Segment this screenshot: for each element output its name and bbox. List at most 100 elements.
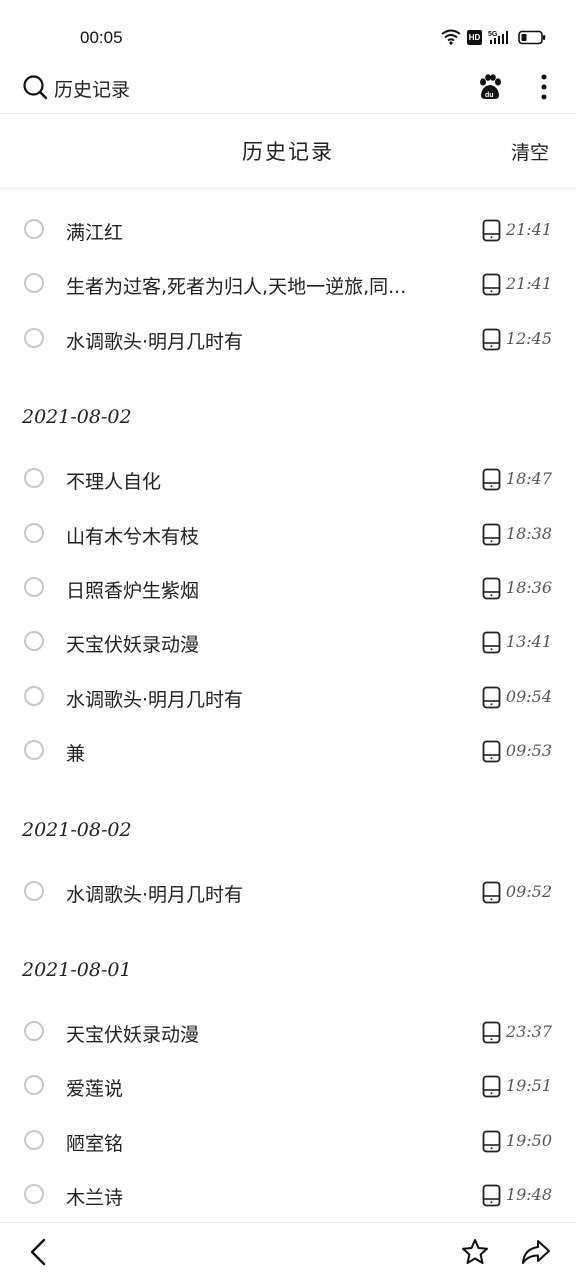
history-item-title[interactable]: 山有木兮木有枝 [66, 522, 446, 549]
svg-text:du: du [485, 92, 494, 99]
phone-device-icon [482, 219, 501, 242]
status-icons: HD 5G [441, 29, 546, 45]
history-item[interactable]: 天宝伏妖录动漫 13:41 [0, 615, 576, 669]
history-item-title[interactable]: 日照香炉生紫烟 [66, 576, 446, 603]
select-radio[interactable] [24, 631, 44, 652]
select-radio[interactable] [24, 685, 44, 706]
phone-device-icon [482, 631, 501, 654]
select-radio[interactable] [24, 327, 44, 348]
hd-badge: HD [467, 29, 482, 45]
history-item-time: 19:51 [505, 1076, 552, 1096]
history-item[interactable]: 木兰诗 19:48 [0, 1168, 576, 1222]
history-item-title[interactable]: 陋室铭 [66, 1129, 446, 1156]
select-radio[interactable] [24, 1184, 44, 1205]
select-radio[interactable] [24, 522, 44, 543]
group-date: 2021-08-02 [22, 406, 132, 429]
star-icon[interactable] [460, 1237, 490, 1267]
phone-device-icon [482, 1130, 501, 1153]
divider [0, 188, 576, 189]
history-item[interactable]: 爱莲说 19:51 [0, 1059, 576, 1113]
history-item-title[interactable]: 生者为过客,死者为归人,天地一逆旅,同... [66, 272, 446, 299]
history-item[interactable]: 陋室铭 19:50 [0, 1114, 576, 1168]
history-item-time: 23:37 [505, 1021, 552, 1041]
baidu-paw-icon[interactable]: du [476, 73, 504, 101]
select-radio[interactable] [24, 740, 44, 761]
history-item-title[interactable]: 水调歌头·明月几时有 [66, 327, 446, 354]
history-item-title[interactable]: 兼 [66, 739, 446, 766]
history-item-time: 09:54 [505, 686, 552, 706]
page-title: 历史记录 [242, 140, 334, 164]
history-item-title[interactable]: 水调歌头·明月几时有 [66, 880, 446, 907]
select-radio[interactable] [24, 576, 44, 597]
search-bar[interactable]: 历史记录 du [0, 62, 576, 112]
search-input[interactable]: 历史记录 [54, 75, 130, 102]
history-item-title[interactable]: 不理人自化 [66, 467, 446, 494]
history-item[interactable]: 兼 09:53 [0, 724, 576, 778]
history-item-time: 19:48 [505, 1185, 552, 1205]
share-icon[interactable] [520, 1237, 552, 1267]
select-radio[interactable] [24, 219, 44, 239]
phone-device-icon [482, 740, 501, 763]
phone-device-icon [482, 273, 501, 296]
phone-device-icon [482, 468, 501, 491]
wifi-icon [441, 29, 461, 45]
history-item[interactable]: 生者为过客,死者为归人,天地一逆旅,同... 21:41 [0, 257, 576, 311]
history-item-title[interactable]: 水调歌头·明月几时有 [66, 685, 446, 712]
status-time: 00:05 [80, 28, 123, 47]
phone-device-icon [482, 1184, 501, 1207]
history-item[interactable]: 水调歌头·明月几时有 09:54 [0, 670, 576, 724]
history-item[interactable]: 满江红 21:41 [0, 203, 576, 257]
select-radio[interactable] [24, 1075, 44, 1096]
history-item[interactable]: 水调歌头·明月几时有 09:52 [0, 865, 576, 919]
group-date-header: 2021-08-02 [0, 789, 576, 865]
phone-device-icon [482, 686, 501, 709]
phone-device-icon [482, 328, 501, 351]
history-item-time: 18:47 [505, 469, 552, 489]
history-item[interactable]: 天宝伏妖录动漫 23:37 [0, 1005, 576, 1059]
svg-text:5G: 5G [488, 31, 498, 38]
history-item-title[interactable]: 木兰诗 [66, 1183, 446, 1210]
clear-button[interactable]: 清空 [511, 138, 549, 165]
history-item-time: 21:41 [505, 274, 552, 294]
bottom-bar [0, 1222, 576, 1280]
screen: 00:05 HD 5G 历史记录 du 历史记录 清空 满江红 21:41 生者… [0, 0, 576, 1280]
history-list: 满江红 21:41 生者为过客,死者为归人,天地一逆旅,同... 21:41 水调歌头·… [0, 190, 576, 1277]
group-date: 2021-08-01 [22, 958, 132, 981]
status-bar: 00:05 HD 5G [0, 0, 576, 70]
back-icon[interactable] [26, 1237, 52, 1267]
select-radio[interactable] [24, 880, 44, 901]
history-item[interactable]: 日照香炉生紫烟 18:36 [0, 561, 576, 615]
select-radio[interactable] [24, 273, 44, 294]
phone-device-icon [482, 1075, 501, 1098]
history-item-time: 12:45 [505, 328, 552, 348]
history-item-time: 21:41 [505, 220, 552, 239]
divider [0, 113, 576, 114]
history-item-time: 13:41 [505, 632, 552, 652]
history-item-title[interactable]: 满江红 [66, 218, 446, 245]
history-item[interactable]: 山有木兮木有枝 18:38 [0, 507, 576, 561]
group-date: 2021-08-02 [22, 818, 132, 841]
phone-device-icon [482, 881, 501, 903]
phone-device-icon [482, 1021, 501, 1044]
history-item-time: 09:53 [505, 741, 552, 761]
history-item[interactable]: 不理人自化 18:47 [0, 452, 576, 506]
more-vertical-icon[interactable] [532, 72, 556, 102]
select-radio[interactable] [24, 1020, 44, 1041]
history-item-title[interactable]: 天宝伏妖录动漫 [66, 630, 446, 657]
select-radio[interactable] [24, 1129, 44, 1150]
history-item-title[interactable]: 爱莲说 [66, 1074, 446, 1101]
battery-icon [518, 30, 546, 44]
history-item-time: 18:36 [505, 577, 552, 597]
history-item[interactable]: 水调歌头·明月几时有 12:45 [0, 312, 576, 366]
5g-signal-icon: 5G [488, 31, 508, 44]
history-item-time: 19:50 [505, 1130, 552, 1150]
list-top-spacer [0, 190, 576, 203]
phone-device-icon [482, 577, 501, 600]
history-item-time: 09:52 [505, 881, 552, 901]
phone-device-icon [482, 523, 501, 545]
history-item-title[interactable]: 天宝伏妖录动漫 [66, 1020, 446, 1047]
select-radio[interactable] [24, 468, 44, 489]
